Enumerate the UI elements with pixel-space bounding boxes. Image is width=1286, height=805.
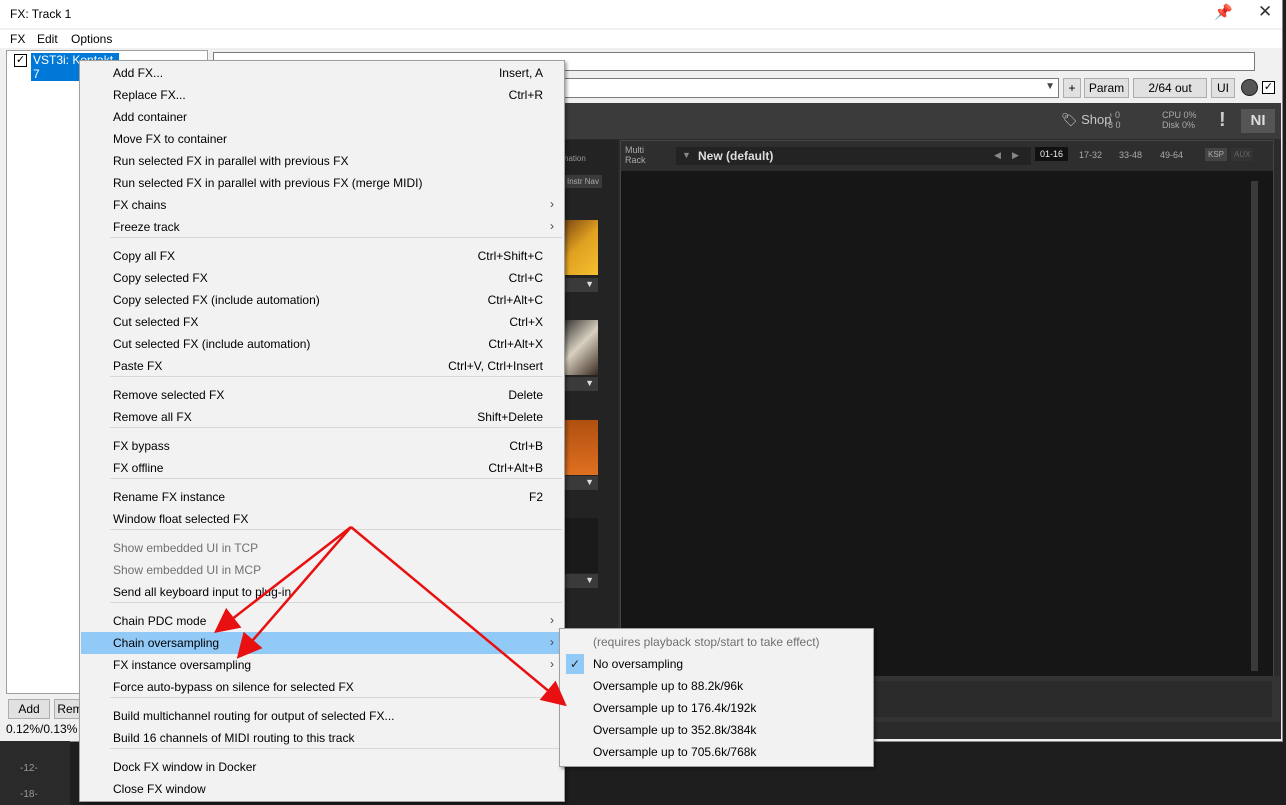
annotation-arrow: [350, 526, 567, 707]
annotation-arrow: [214, 526, 352, 634]
annotation-arrow: [236, 526, 352, 659]
annotation-arrows: [214, 526, 567, 707]
